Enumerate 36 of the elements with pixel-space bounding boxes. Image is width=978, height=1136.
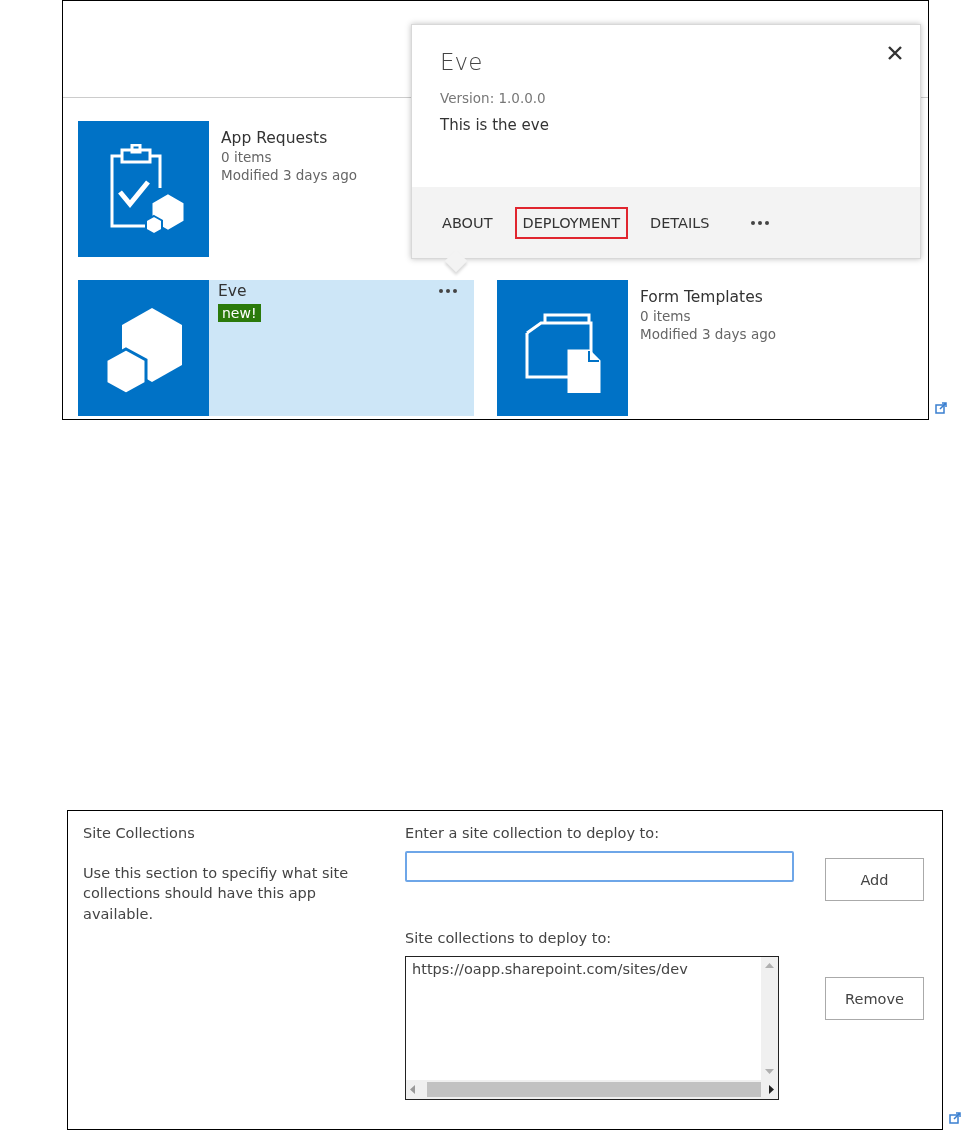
modified-date: Modified 3 days ago	[221, 167, 358, 183]
more-icon[interactable]	[438, 288, 458, 294]
tile-background[interactable]	[497, 280, 628, 416]
scroll-thumb[interactable]	[427, 1082, 761, 1097]
scroll-left-icon[interactable]	[410, 1085, 415, 1094]
item-count: 0 items	[640, 308, 691, 324]
scrollbar[interactable]	[406, 1080, 778, 1099]
callout-title: Eve	[440, 49, 484, 75]
field-label: Site collections to deploy to:	[405, 930, 613, 946]
callout-action[interactable]: ABOUT	[434, 206, 501, 239]
add-button[interactable]: Add	[825, 858, 924, 901]
section-title: Site Collections	[83, 825, 196, 841]
list-item[interactable]: https://oapp.sharepoint.com/sites/dev	[412, 961, 755, 977]
new-badge: new!	[218, 304, 261, 322]
more-icon[interactable]	[749, 219, 770, 226]
site-collection-field[interactable]	[405, 851, 794, 882]
scroll-right-icon[interactable]	[769, 1085, 774, 1094]
section-description: Use this section to specifiy what site collections should have this app available.	[83, 864, 350, 924]
tile-background[interactable]	[78, 121, 209, 257]
callout-action[interactable]: DETAILS	[642, 206, 718, 239]
modified-date: Modified 3 days ago	[640, 326, 777, 342]
field-label: Enter a site collection to deploy to:	[405, 825, 661, 841]
tile-background[interactable]	[78, 280, 209, 416]
selected-tile-highlight[interactable]: Eve new!	[209, 280, 474, 416]
item-count: 0 items	[221, 149, 272, 165]
tile-title[interactable]: Eve	[218, 282, 247, 300]
callout-action[interactable]: DEPLOYMENT	[514, 206, 628, 239]
tile-title[interactable]: App Requests	[221, 129, 328, 147]
version-text: Version: 1.0.0.0	[440, 90, 547, 106]
description-text: This is the eve	[440, 116, 550, 134]
site-list[interactable]: https://oapp.sharepoint.com/sites/dev	[405, 956, 779, 1100]
close-icon[interactable]	[888, 46, 902, 60]
external-link-icon[interactable]	[949, 1112, 961, 1124]
external-link-icon[interactable]	[935, 402, 947, 414]
remove-button[interactable]: Remove	[825, 977, 924, 1020]
tile-title[interactable]: Form Templates	[640, 288, 763, 306]
